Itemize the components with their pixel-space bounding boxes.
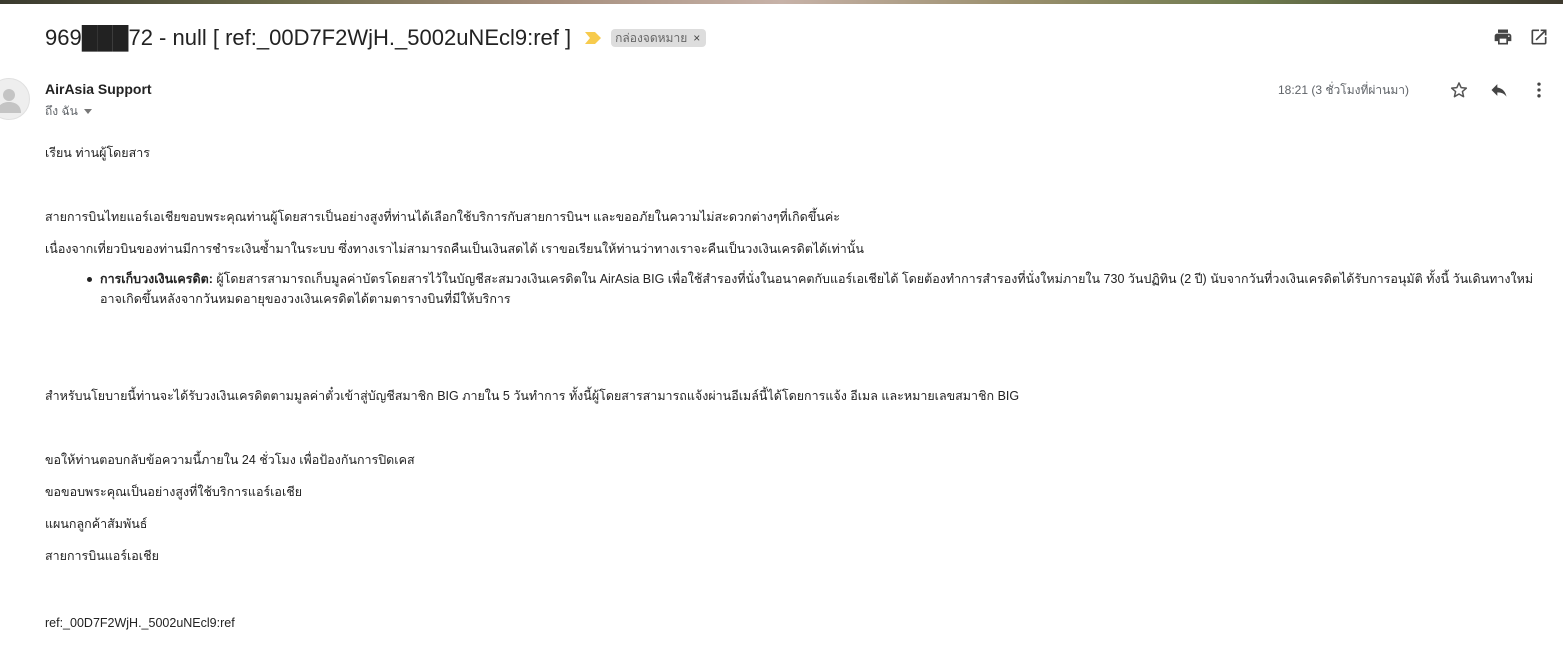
open-in-new-window-icon bbox=[1531, 29, 1547, 45]
subject-row: 969███72 - null [ ref:_00D7F2WjH._5002uN… bbox=[45, 22, 707, 54]
reply-button[interactable] bbox=[1489, 80, 1509, 100]
message-timestamp: 18:21 (3 ชั่วโมงที่ผ่านมา) bbox=[1278, 82, 1409, 97]
body-paragraph-2: เนื่องจากเที่ยวบินของท่านมีการชำระเงินซ้… bbox=[45, 242, 864, 256]
recipient-details-chevron-down-icon[interactable] bbox=[83, 109, 92, 114]
bullet-dot bbox=[87, 277, 92, 282]
label-chip-text: กล่องจดหมาย bbox=[615, 30, 688, 45]
body-paragraph-3: สำหรับนโยบายนี้ท่านจะได้รับวงเงินเครดิตต… bbox=[45, 389, 1020, 403]
email-subject: 969███72 - null [ ref:_00D7F2WjH._5002uN… bbox=[45, 25, 572, 50]
print-icon bbox=[1494, 29, 1512, 45]
greeting-text: เรียน ท่านผู้โดยสาร bbox=[45, 146, 150, 160]
window-top-strip bbox=[0, 0, 1563, 4]
more-vertical-icon bbox=[1537, 82, 1541, 98]
reply-icon bbox=[1491, 84, 1507, 97]
star-icon bbox=[1450, 82, 1468, 98]
header-actions bbox=[1493, 27, 1549, 47]
reference-code: ref:_00D7F2WjH._5002uNEcl9:ref bbox=[45, 616, 235, 630]
closing-airline: สายการบินแอร์เอเชีย bbox=[45, 549, 159, 563]
closing-department: แผนกลูกค้าสัมพันธ์ bbox=[45, 517, 148, 531]
sender-avatar[interactable] bbox=[0, 78, 30, 120]
more-options-button[interactable] bbox=[1529, 80, 1549, 100]
label-remove-button[interactable]: × bbox=[693, 31, 700, 45]
closing-thanks: ขอขอบพระคุณเป็นอย่างสูงที่ใช้บริการแอร์เ… bbox=[45, 485, 303, 499]
recipient-text: ถึง ฉัน bbox=[45, 104, 78, 118]
body-paragraph-1: สายการบินไทยแอร์เอเชียขอบพระคุณท่านผู้โด… bbox=[45, 210, 840, 224]
label-chip-inbox: กล่องจดหมาย × bbox=[611, 29, 707, 47]
sender-name[interactable]: AirAsia Support bbox=[45, 81, 152, 97]
importance-marker-icon[interactable] bbox=[585, 32, 602, 44]
bullet-title: การเก็บวงเงินเครดิต: bbox=[100, 272, 213, 286]
open-in-new-window-button[interactable] bbox=[1529, 27, 1549, 47]
bullet-text: ผู้โดยสารสามารถเก็บมูลค่าบัตรโดยสารไว้ใน… bbox=[100, 272, 1534, 306]
recipient-line: ถึง ฉัน bbox=[45, 102, 92, 121]
star-button[interactable] bbox=[1449, 80, 1469, 100]
print-button[interactable] bbox=[1493, 27, 1513, 47]
message-meta: 18:21 (3 ชั่วโมงที่ผ่านมา) bbox=[1278, 80, 1549, 100]
avatar-icon bbox=[0, 89, 21, 113]
list-item-credit: การเก็บวงเงินเครดิต: ผู้โดยสารสามารถเก็บ… bbox=[87, 269, 1540, 309]
body-paragraph-4: ขอให้ท่านตอบกลับข้อความนี้ภายใน 24 ชั่วโ… bbox=[45, 453, 415, 467]
